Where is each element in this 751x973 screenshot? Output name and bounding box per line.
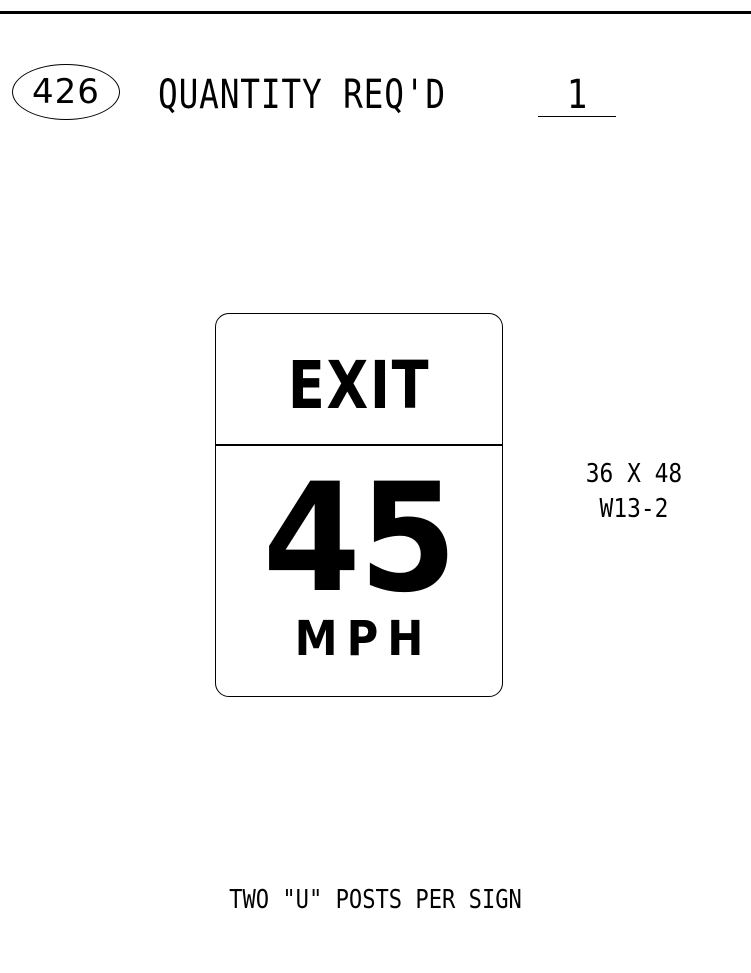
sign-exit-legend: EXIT xyxy=(287,347,431,424)
exit-speed-sign: EXIT 45 MPH xyxy=(215,313,503,697)
sign-number-badge: 426 xyxy=(12,64,120,120)
sign-divider xyxy=(216,444,502,446)
quantity-label: QUANTITY REQ'D xyxy=(158,72,446,118)
sign-speed-value: 45 xyxy=(262,452,457,626)
sign-size-spec: 36 X 48 xyxy=(585,459,683,489)
sign-speed-unit: MPH xyxy=(294,611,433,667)
top-border-rule xyxy=(0,11,751,14)
quantity-field: 1 xyxy=(538,70,616,118)
sign-code-spec: W13-2 xyxy=(599,494,669,524)
quantity-value: 1 xyxy=(566,72,588,118)
post-note: TWO "U" POSTS PER SIGN xyxy=(229,885,522,915)
sign-number: 426 xyxy=(32,72,100,112)
